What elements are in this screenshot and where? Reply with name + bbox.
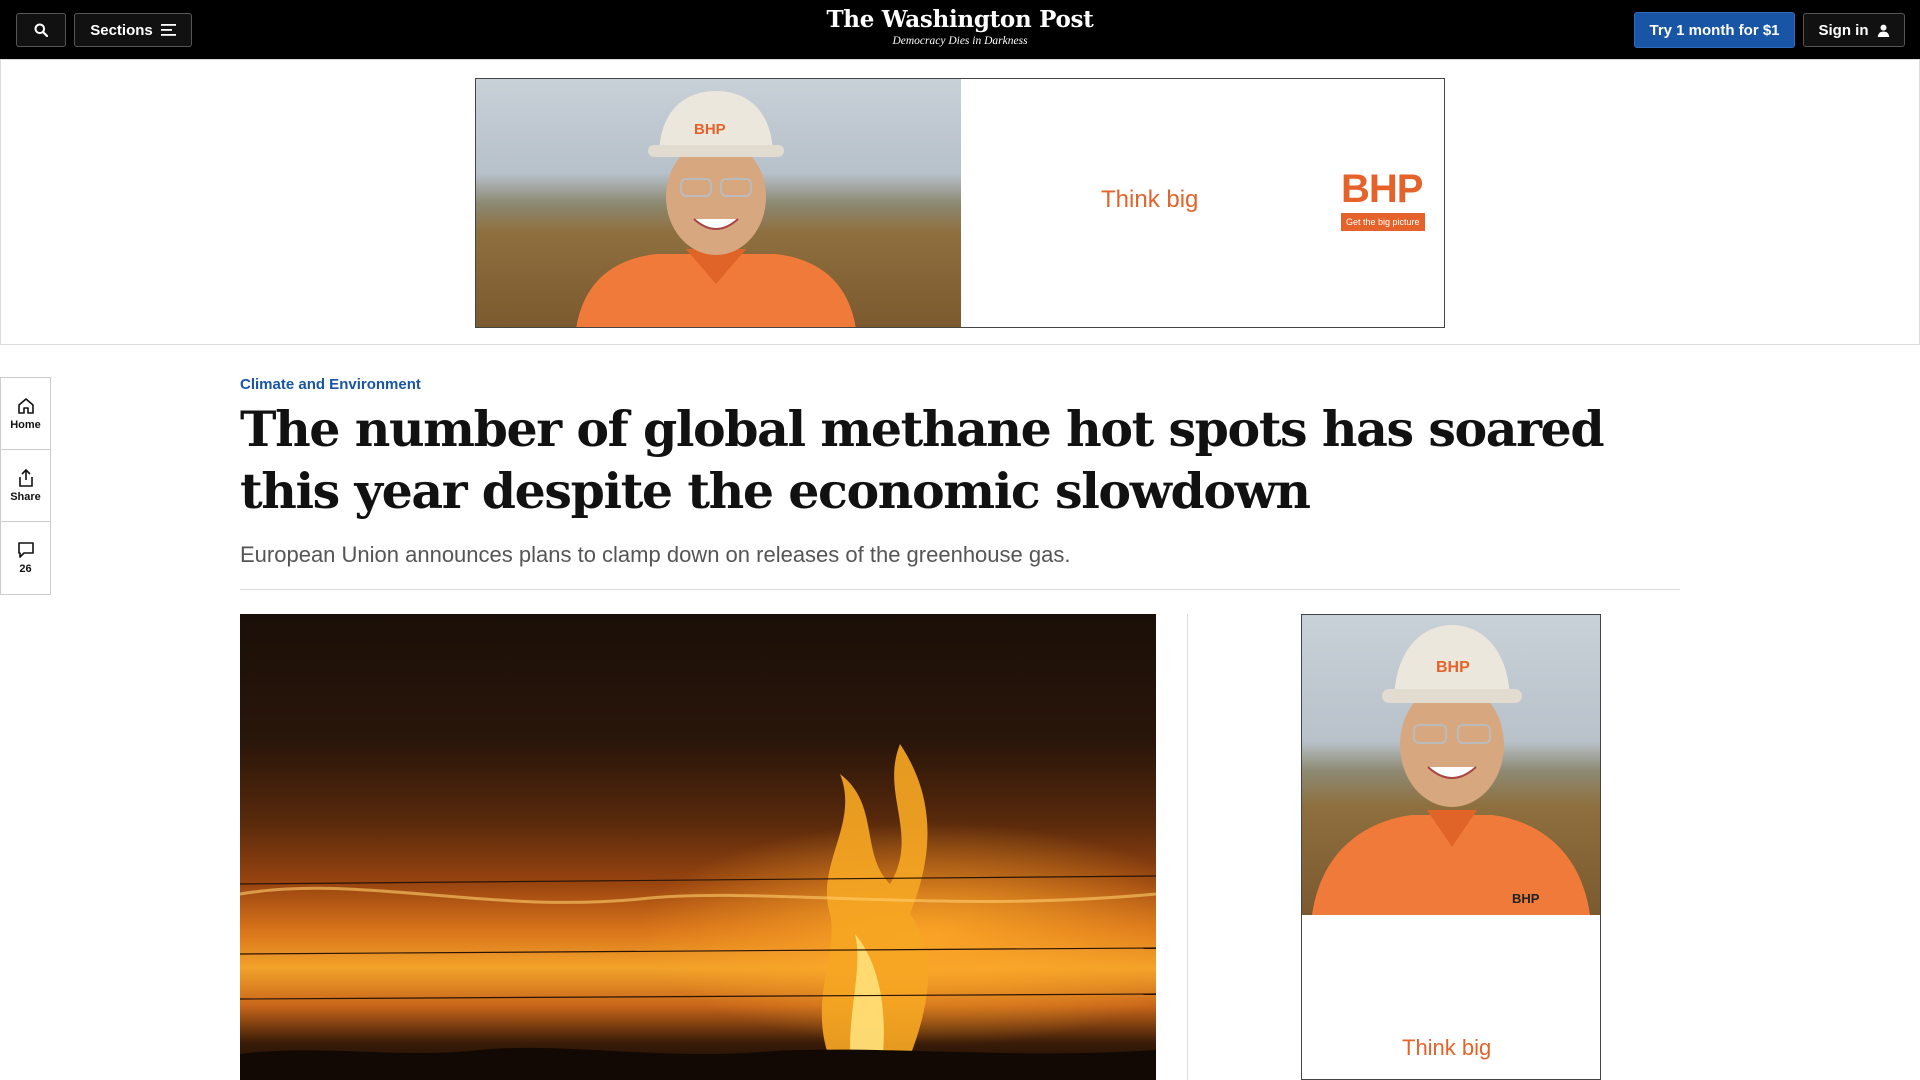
sidebar-ad[interactable]: BHP BHP Think big xyxy=(1301,614,1601,1080)
share-icon xyxy=(18,468,33,487)
home-icon xyxy=(17,397,34,414)
section-kicker-link[interactable]: Climate and Environment xyxy=(240,376,421,393)
ad-copy-panel: Think big BHP Get the big picture xyxy=(961,79,1444,327)
worker-figure xyxy=(576,91,856,327)
ad-slogan: Think big xyxy=(1101,186,1199,213)
lead-photo-methane-flare[interactable] xyxy=(240,614,1156,1080)
ad-photo-worker: BHP xyxy=(476,79,961,327)
left-action-rail: Home Share 26 xyxy=(0,377,51,595)
top-banner-ad[interactable]: BHP Think big BHP Get the big picture xyxy=(475,78,1445,328)
side-helmet-text: BHP xyxy=(1436,659,1470,676)
home-button[interactable]: Home xyxy=(1,378,50,450)
top-navigation-bar: Sections The Washington Post Democracy D… xyxy=(0,0,1920,59)
bhp-tagline: Get the big picture xyxy=(1341,213,1425,231)
side-ad-slogan: Think big xyxy=(1402,1035,1492,1060)
bhp-logo: BHP xyxy=(1341,167,1423,211)
user-icon xyxy=(1877,24,1889,37)
article-subheadline: European Union announces plans to clamp … xyxy=(240,542,1071,567)
share-label: Share xyxy=(10,490,41,503)
share-button[interactable]: Share xyxy=(1,450,50,522)
comments-button[interactable]: 26 xyxy=(1,522,50,594)
site-logo[interactable]: The Washington Post xyxy=(0,6,1920,34)
flare-illustration xyxy=(240,744,1156,1080)
side-ad-photo-worker: BHP BHP xyxy=(1302,615,1600,915)
article-headline: The number of global methane hot spots h… xyxy=(240,400,1605,520)
comment-icon xyxy=(17,542,34,558)
sign-in-button[interactable]: Sign in xyxy=(1803,13,1905,47)
subscribe-button[interactable]: Try 1 month for $1 xyxy=(1634,12,1795,48)
sign-in-label: Sign in xyxy=(1818,21,1869,39)
comments-count: 26 xyxy=(19,563,32,575)
masthead: The Washington Post Democracy Dies in Da… xyxy=(0,6,1920,48)
helmet-text: BHP xyxy=(694,121,726,138)
home-label: Home xyxy=(10,418,41,431)
side-shirt-logo: BHP xyxy=(1512,891,1540,906)
column-divider xyxy=(1187,614,1188,1080)
site-tagline: Democracy Dies in Darkness xyxy=(892,35,1028,47)
divider xyxy=(240,589,1680,590)
